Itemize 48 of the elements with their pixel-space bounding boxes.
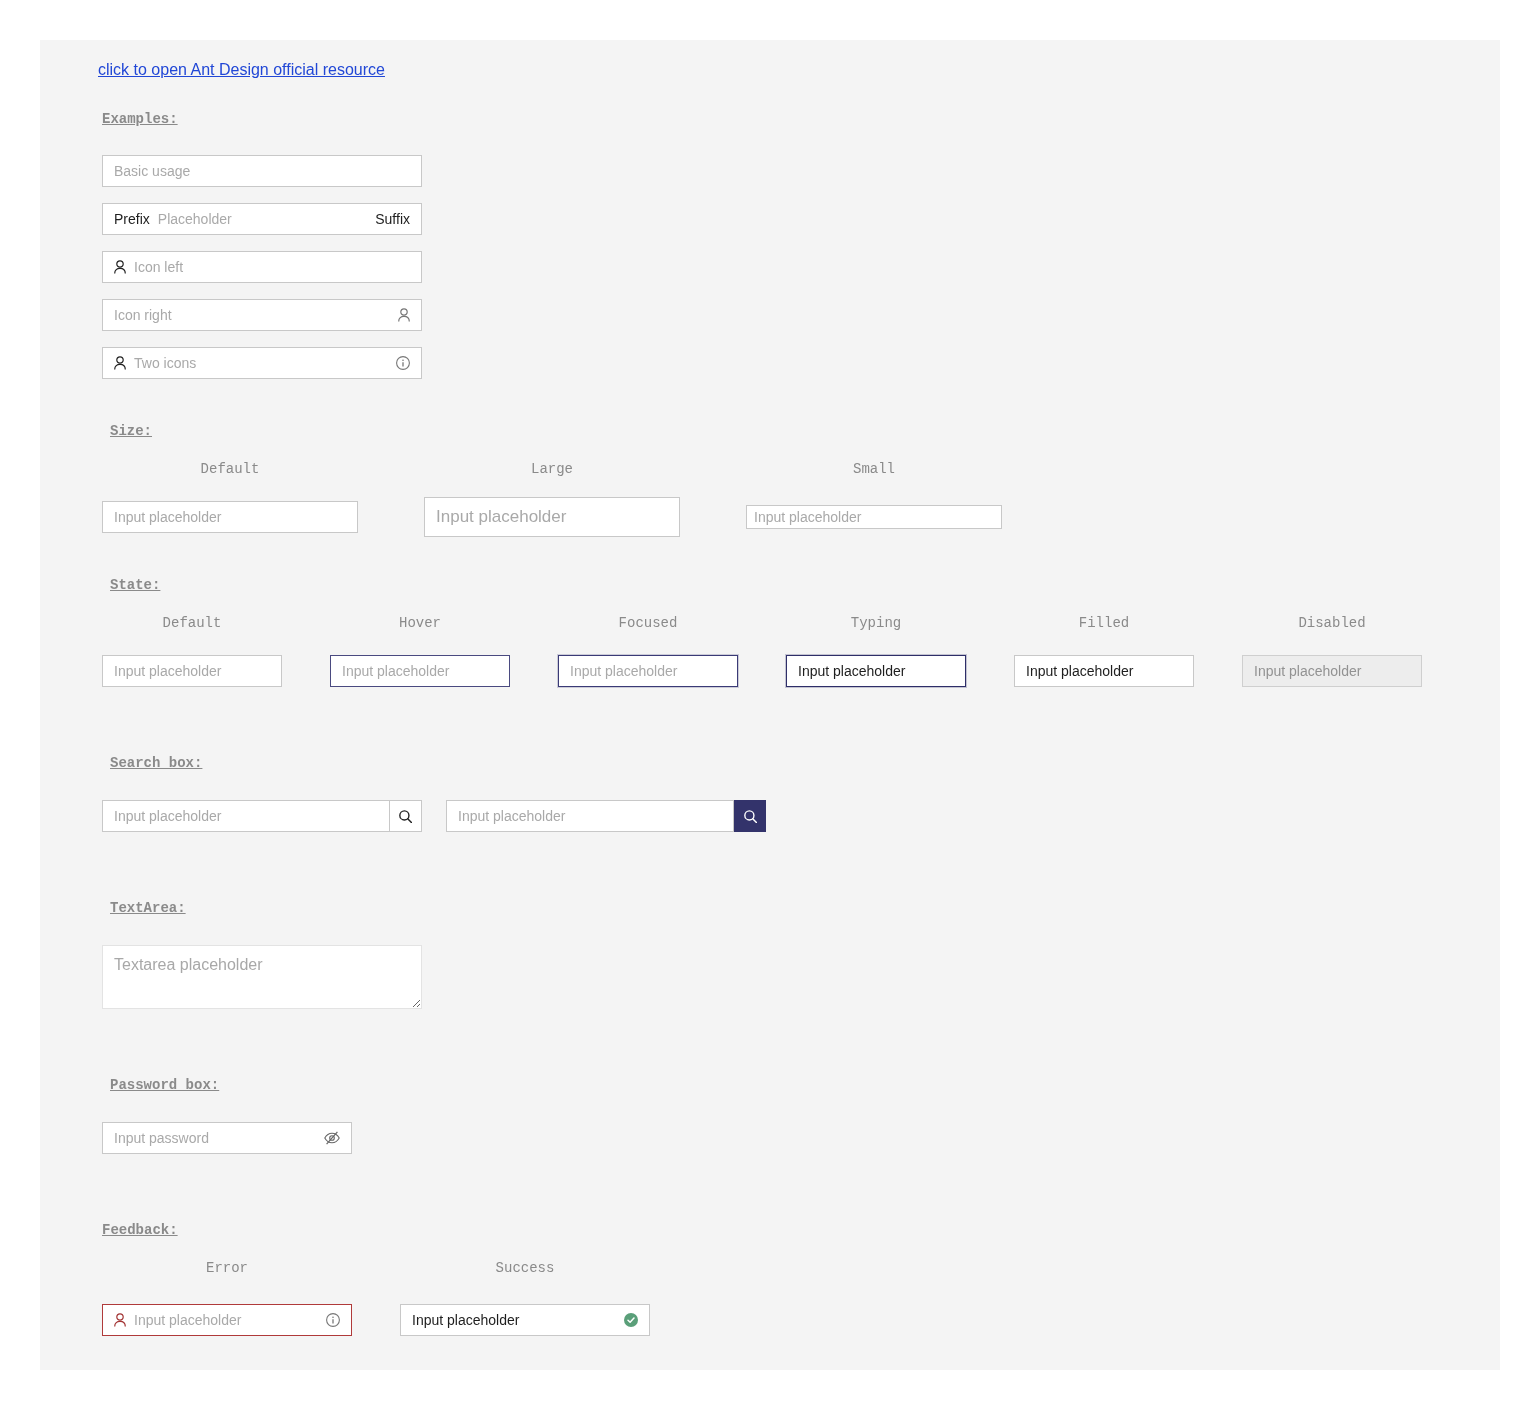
info-icon (326, 1313, 340, 1327)
input-field[interactable]: Two icons (102, 347, 422, 379)
search-input[interactable]: Input placeholder (102, 800, 390, 832)
input-field[interactable]: Prefix Placeholder Suffix (102, 203, 422, 235)
state-label: Disabled (1298, 615, 1366, 631)
state-label: Default (162, 615, 222, 631)
search-icon (743, 809, 757, 823)
resource-link[interactable]: click to open Ant Design official resource (98, 60, 385, 80)
feedback-label: Success (495, 1260, 555, 1276)
input-field[interactable]: Input placeholder (786, 655, 966, 687)
user-icon (398, 308, 410, 322)
search-icon (399, 809, 412, 823)
section-heading: Feedback: (102, 1222, 178, 1238)
input-field[interactable]: Input placeholder (558, 655, 738, 687)
feedback-label: Error (206, 1260, 248, 1276)
suffix-text: Suffix (375, 211, 410, 227)
input-field[interactable]: Input placeholder (1014, 655, 1194, 687)
info-icon (396, 356, 410, 370)
input-field[interactable]: Icon left (102, 251, 422, 283)
section-heading: Search box: (110, 755, 203, 771)
section-heading: Size: (110, 423, 152, 439)
section-heading: Examples: (102, 111, 178, 127)
textarea-field[interactable]: Textarea placeholder (102, 945, 422, 1009)
input-field[interactable]: Basic usage (102, 155, 422, 187)
size-label: Small (853, 461, 895, 477)
size-label: Large (531, 461, 573, 477)
eye-slash-icon[interactable] (324, 1131, 340, 1145)
input-field[interactable]: Input placeholder (400, 1304, 650, 1336)
state-label: Hover (399, 615, 441, 631)
state-label: Typing (850, 615, 902, 631)
prefix-text: Prefix (114, 211, 150, 227)
state-label: Filled (1078, 615, 1130, 631)
input-field[interactable]: Input placeholder (330, 655, 510, 687)
search-button[interactable] (734, 800, 766, 832)
check-circle-icon (624, 1313, 638, 1327)
user-icon (114, 1313, 126, 1327)
search-button[interactable] (390, 800, 422, 832)
input-field[interactable]: Input placeholder (102, 1304, 352, 1336)
password-field[interactable]: Input password (102, 1122, 352, 1154)
user-icon (114, 260, 126, 274)
search-input[interactable]: Input placeholder (446, 800, 734, 832)
input-field[interactable]: Icon right (102, 299, 422, 331)
state-label: Focused (618, 615, 678, 631)
size-label: Default (200, 461, 260, 477)
section-heading: Password box: (110, 1077, 220, 1093)
section-heading: State: (110, 577, 161, 593)
user-icon (114, 356, 126, 370)
section-heading: TextArea: (110, 900, 186, 916)
